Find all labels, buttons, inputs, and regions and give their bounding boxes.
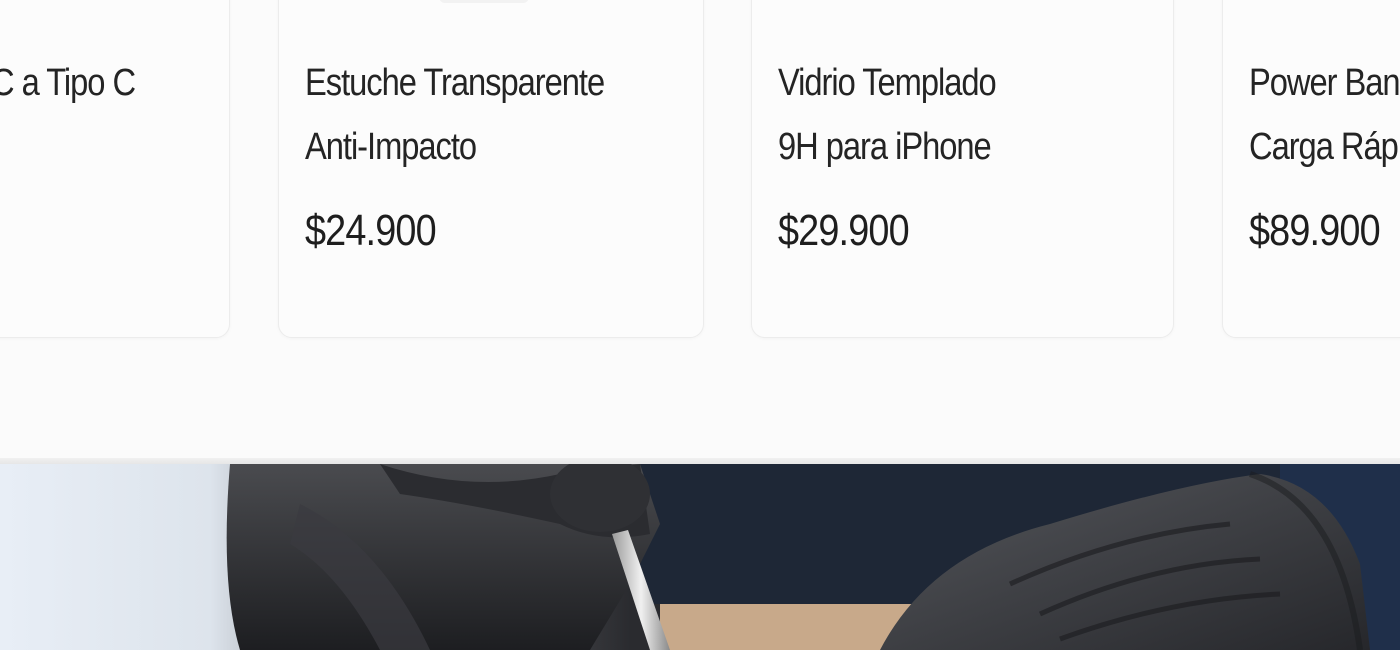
product-name-line2: Anti-Impacto <box>305 126 477 168</box>
product-card[interactable]: Vidrio Templado 9H para iPhone $29.900 <box>751 0 1174 338</box>
product-image <box>439 0 529 3</box>
product-name-line2: 9H para iPhone <box>778 126 992 168</box>
product-name: Vidrio Templado 9H para iPhone <box>778 51 997 179</box>
product-name-line2: Carga Ráp <box>1249 126 1399 168</box>
product-card[interactable]: Power Ban Carga Ráp $89.900 <box>1222 0 1400 338</box>
product-carousel: C a Tipo C Estuche Transparente Anti-Imp… <box>0 0 1400 462</box>
product-card[interactable]: Estuche Transparente Anti-Impacto $24.90… <box>278 0 704 338</box>
product-name-line1: C a Tipo C <box>0 62 136 104</box>
product-name: Power Ban Carga Ráp <box>1249 51 1400 179</box>
page: C a Tipo C Estuche Transparente Anti-Imp… <box>0 0 1400 650</box>
product-name: C a Tipo C <box>0 51 136 115</box>
product-price: $29.900 <box>778 206 910 255</box>
product-price: $89.900 <box>1249 206 1381 255</box>
hero-banner <box>0 464 1400 650</box>
product-name-line1: Estuche Transparente <box>305 62 605 104</box>
product-name: Estuche Transparente Anti-Impacto <box>305 51 605 179</box>
hero-image <box>0 464 1400 650</box>
product-name-line1: Power Ban <box>1249 62 1400 104</box>
product-card[interactable]: C a Tipo C <box>0 0 230 338</box>
product-name-line1: Vidrio Templado <box>778 62 997 104</box>
product-price: $24.900 <box>305 206 437 255</box>
